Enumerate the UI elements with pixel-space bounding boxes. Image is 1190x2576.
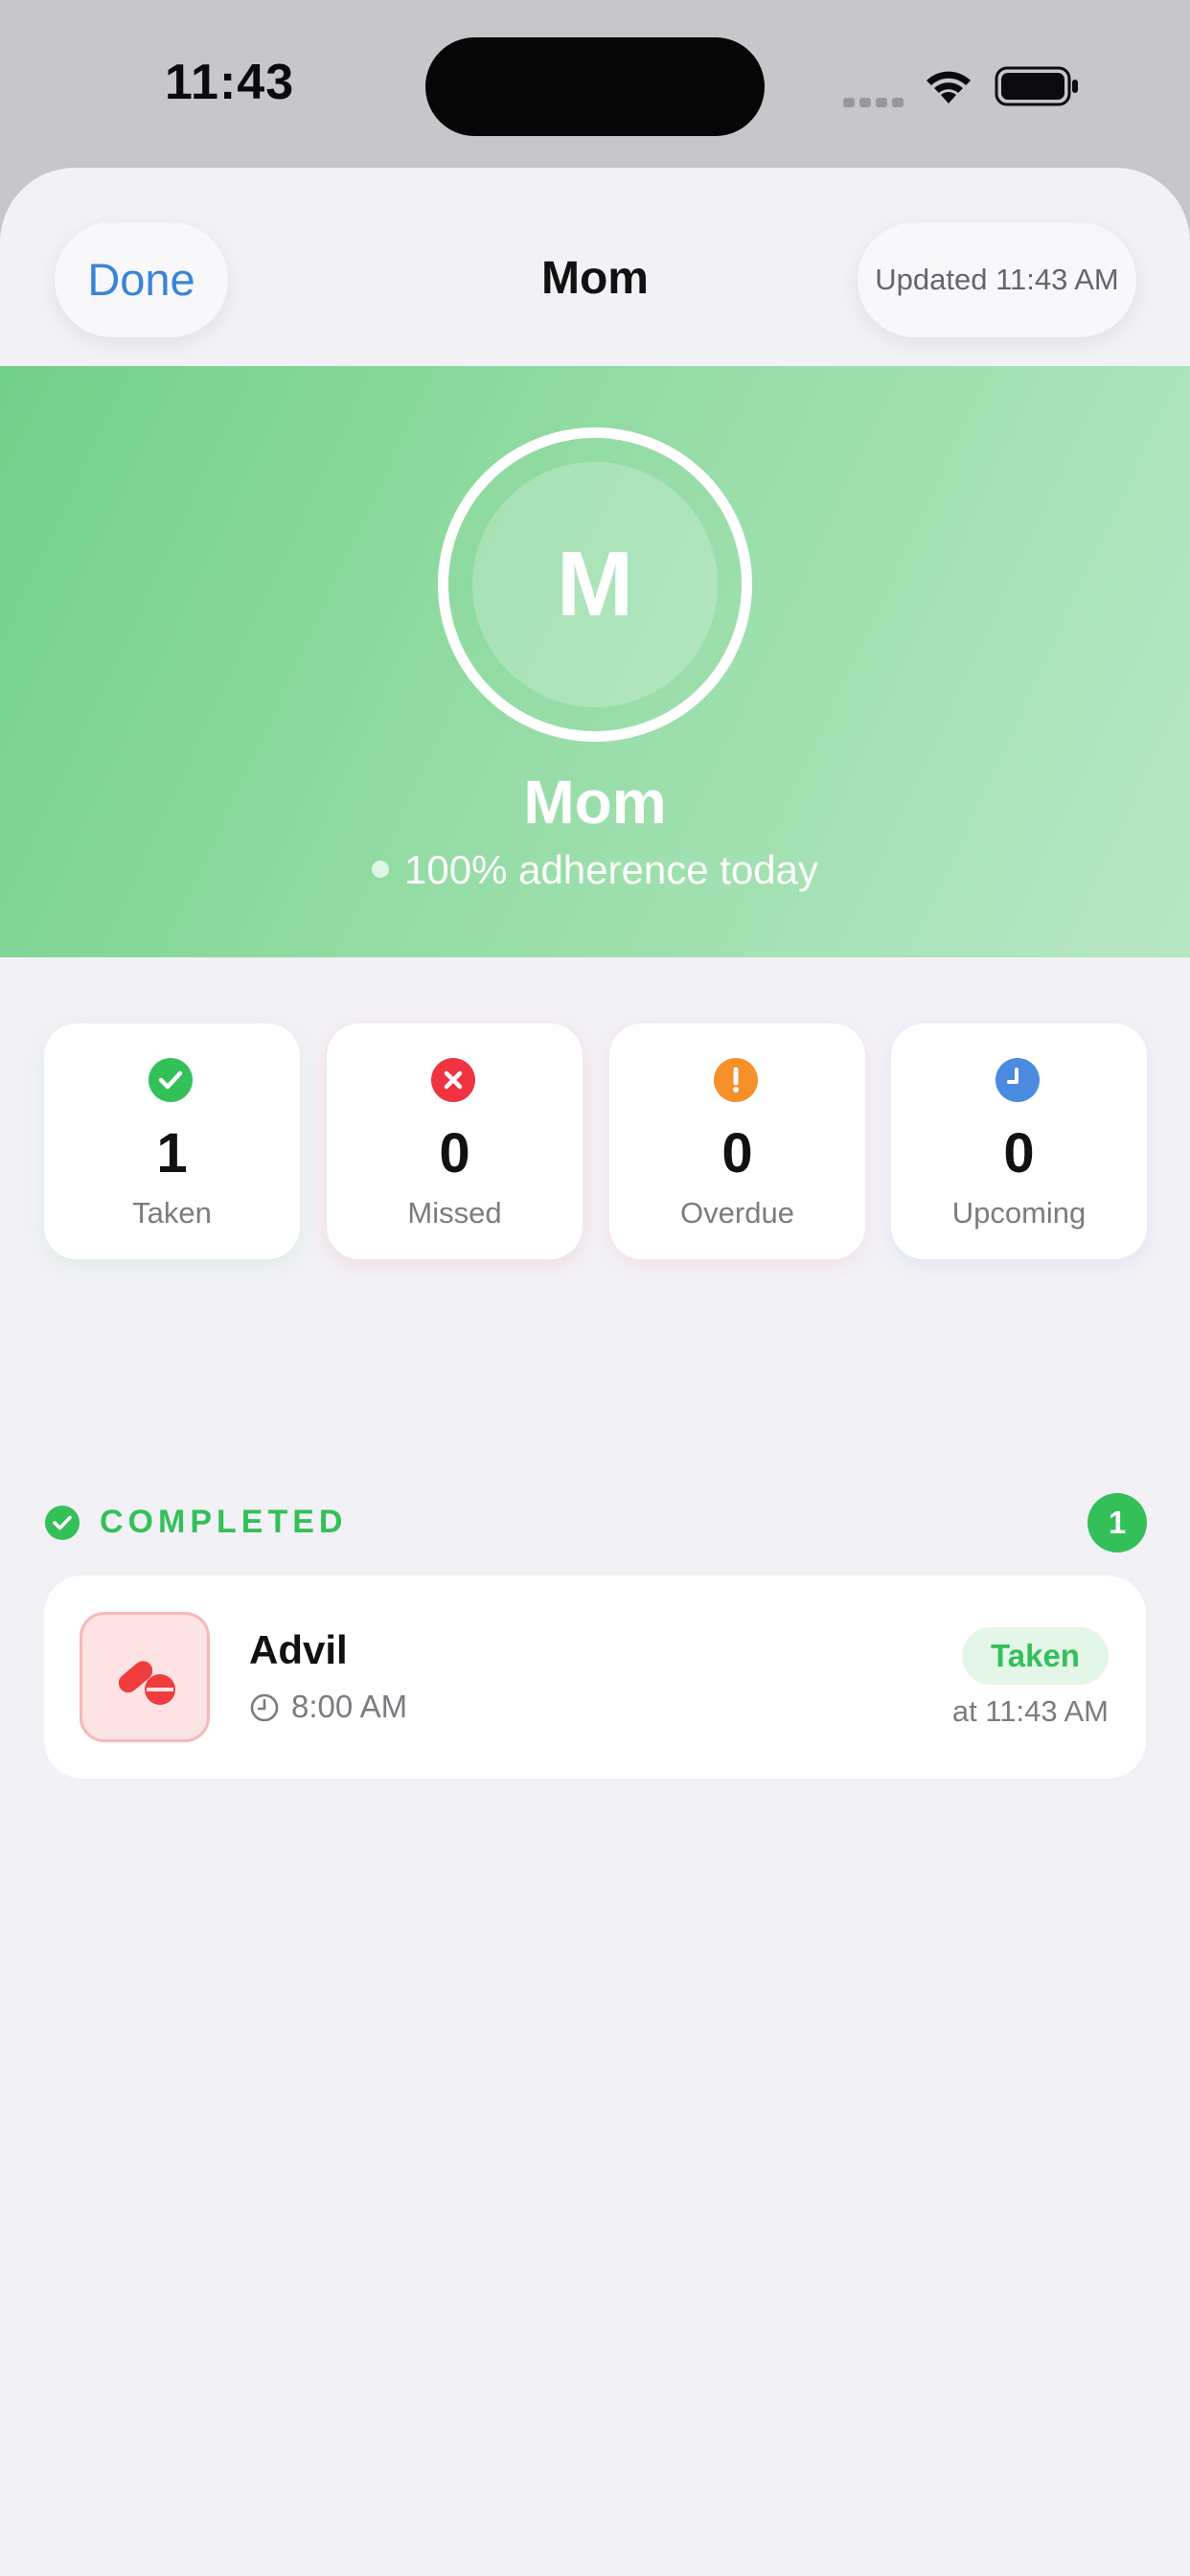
section-title: COMPLETED bbox=[100, 1504, 348, 1540]
stat-value: 0 bbox=[439, 1122, 470, 1184]
clock-circle-icon bbox=[995, 1058, 1040, 1102]
section-count-badge: 1 bbox=[1087, 1493, 1147, 1552]
x-circle-icon bbox=[431, 1058, 475, 1102]
taken-at-time: at 11:43 AM bbox=[951, 1694, 1109, 1728]
dynamic-island bbox=[425, 37, 765, 136]
stat-value: 1 bbox=[156, 1122, 188, 1184]
stat-label: Missed bbox=[407, 1196, 502, 1230]
medication-name: Advil bbox=[249, 1627, 348, 1672]
battery-icon bbox=[995, 66, 1078, 106]
scheduled-time: 8:00 AM bbox=[249, 1689, 407, 1725]
exclamation-circle-icon bbox=[714, 1058, 758, 1102]
detail-sheet: Done Mom Updated 11:43 AM M Mom 100% adh… bbox=[0, 168, 1190, 2576]
avatar: M bbox=[438, 427, 752, 742]
adherence-text: 100% adherence today bbox=[404, 847, 818, 892]
updated-timestamp: Updated 11:43 AM bbox=[858, 222, 1136, 337]
medication-row[interactable]: Advil 8:00 AM Taken at 11:43 AM bbox=[44, 1576, 1146, 1779]
scheduled-time-text: 8:00 AM bbox=[291, 1689, 408, 1724]
profile-name: Mom bbox=[523, 768, 667, 837]
stat-card-missed[interactable]: 0 Missed bbox=[327, 1024, 583, 1259]
cellular-signal-icon bbox=[843, 95, 908, 112]
status-bar: 11:43 bbox=[0, 0, 1190, 168]
stat-value: 0 bbox=[721, 1122, 753, 1184]
stat-card-upcoming[interactable]: 0 Upcoming bbox=[891, 1024, 1147, 1259]
pills-icon bbox=[80, 1612, 210, 1742]
check-circle-icon bbox=[149, 1058, 193, 1102]
clock-icon bbox=[250, 1693, 279, 1722]
stat-value: 0 bbox=[1003, 1122, 1035, 1184]
stat-label: Overdue bbox=[680, 1196, 794, 1230]
status-badge: Taken bbox=[962, 1627, 1109, 1685]
wifi-icon bbox=[927, 71, 971, 104]
status-dot-icon bbox=[372, 861, 389, 878]
stat-card-overdue[interactable]: 0 Overdue bbox=[609, 1024, 865, 1259]
adherence-summary: 100% adherence today bbox=[0, 847, 1190, 893]
stat-label: Taken bbox=[132, 1196, 212, 1230]
profile-header: M Mom 100% adherence today bbox=[0, 366, 1190, 957]
stat-label: Upcoming bbox=[951, 1196, 1087, 1230]
completed-check-icon bbox=[45, 1506, 80, 1540]
status-time: 11:43 bbox=[165, 55, 295, 110]
stat-card-taken[interactable]: 1 Taken bbox=[44, 1024, 300, 1259]
nav-bar: Done Mom Updated 11:43 AM bbox=[0, 168, 1190, 366]
avatar-initial: M bbox=[472, 462, 718, 707]
